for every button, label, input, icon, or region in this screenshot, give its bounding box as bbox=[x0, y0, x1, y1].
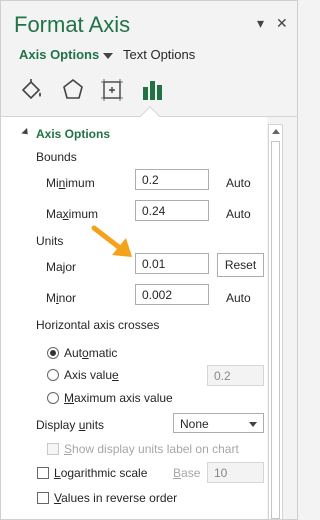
section-title[interactable]: Axis Options bbox=[36, 127, 110, 141]
minimum-label: Minimum bbox=[46, 176, 95, 190]
maximum-axis-value-radio[interactable] bbox=[47, 392, 59, 404]
reverse-order-label[interactable]: Values in reverse order bbox=[54, 491, 177, 505]
close-icon[interactable]: ✕ bbox=[276, 15, 288, 32]
base-input[interactable] bbox=[207, 462, 264, 483]
scrollbar-thumb[interactable] bbox=[271, 141, 280, 519]
bounds-label: Bounds bbox=[36, 150, 77, 164]
pane-options-dropdown[interactable]: ▾ bbox=[257, 15, 264, 32]
automatic-label[interactable]: Automatic bbox=[64, 346, 117, 360]
annotation-arrow bbox=[91, 225, 132, 257]
fill-line-icon[interactable] bbox=[19, 77, 45, 103]
major-label: Major bbox=[46, 260, 77, 274]
axis-options-menu[interactable]: Axis Options bbox=[19, 47, 114, 62]
text-options-menu[interactable]: Text Options bbox=[123, 47, 195, 62]
automatic-radio[interactable] bbox=[47, 347, 59, 359]
axis-value-radio[interactable] bbox=[47, 369, 59, 381]
vertical-scrollbar[interactable] bbox=[268, 124, 283, 520]
reset-button[interactable]: Reset bbox=[217, 253, 264, 277]
axis-value-label[interactable]: Axis value bbox=[64, 368, 119, 382]
minor-mode: Auto bbox=[226, 291, 251, 305]
display-units-value: None bbox=[180, 417, 209, 431]
show-units-label-checkbox[interactable] bbox=[47, 443, 59, 455]
reverse-order-checkbox[interactable] bbox=[37, 492, 49, 504]
display-units-select[interactable]: None bbox=[173, 413, 264, 433]
axis-options-icon[interactable] bbox=[140, 77, 166, 103]
major-input[interactable] bbox=[135, 253, 209, 274]
minimum-mode: Auto bbox=[226, 176, 251, 190]
base-label: Base bbox=[173, 466, 201, 480]
effects-icon[interactable] bbox=[60, 77, 86, 103]
axis-options-label: Axis Options bbox=[19, 47, 100, 62]
log-scale-checkbox[interactable] bbox=[37, 467, 49, 479]
chevron-down-icon bbox=[103, 52, 114, 59]
minor-input[interactable] bbox=[135, 284, 209, 305]
log-scale-label[interactable]: Logarithmic scale bbox=[54, 466, 147, 480]
maximum-input[interactable] bbox=[135, 200, 209, 221]
maximum-axis-value-label[interactable]: Maximum axis value bbox=[64, 391, 173, 405]
crosses-label: Horizontal axis crosses bbox=[36, 318, 160, 332]
minimum-input[interactable] bbox=[135, 169, 209, 190]
minor-label: Minor bbox=[46, 291, 77, 305]
size-properties-icon[interactable] bbox=[99, 77, 125, 103]
maximum-label: Maximum bbox=[46, 207, 99, 221]
show-units-label-text: Show display units label on chart bbox=[64, 442, 239, 456]
scroll-up-icon[interactable] bbox=[272, 129, 280, 134]
display-units-label: Display units bbox=[36, 418, 105, 432]
units-label: Units bbox=[36, 234, 64, 248]
chevron-down-icon bbox=[249, 422, 257, 427]
axis-value-input[interactable] bbox=[207, 365, 264, 386]
maximum-mode: Auto bbox=[226, 207, 251, 221]
pane-title: Format Axis bbox=[14, 12, 131, 37]
